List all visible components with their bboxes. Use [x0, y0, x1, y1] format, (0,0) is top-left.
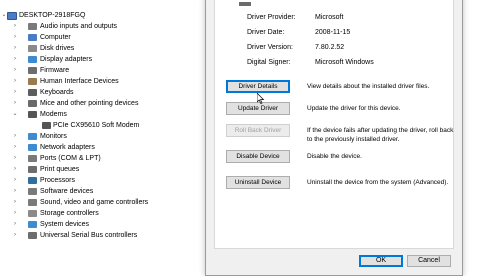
- computer-icon: [7, 12, 17, 20]
- tree-item-label: Disk drives: [40, 45, 75, 52]
- driver-info-label: Driver Version:: [247, 44, 293, 51]
- expand-arrow-icon[interactable]: ›: [12, 43, 18, 54]
- device-category-icon: [42, 122, 51, 129]
- tree-root-label: DESKTOP-2918FGQ: [19, 12, 86, 19]
- expand-arrow-icon[interactable]: ›: [12, 21, 18, 32]
- driver-tab-panel: Driver Provider: Microsoft Driver Date: 200…: [214, 0, 454, 249]
- expand-arrow-icon[interactable]: ›: [12, 98, 18, 109]
- roll-back-driver-description: If the device fails after updating the d…: [307, 127, 454, 143]
- expand-arrow-icon[interactable]: ›: [12, 142, 18, 153]
- tree-item-label: Modems: [40, 111, 67, 118]
- driver-details-button[interactable]: Driver Details: [226, 80, 290, 93]
- device-category-icon: [28, 221, 37, 228]
- expand-arrow-icon[interactable]: ›: [12, 54, 18, 65]
- tree-item-label: Monitors: [40, 133, 67, 140]
- device-category-icon: [28, 210, 37, 217]
- device-category-icon: [28, 111, 37, 118]
- device-category-icon: [28, 100, 37, 107]
- tree-item-label: Print queues: [40, 166, 80, 173]
- driver-info-label: Driver Provider:: [247, 14, 296, 21]
- tree-item-label: Software devices: [40, 188, 94, 195]
- driver-info-value: Microsoft: [315, 14, 344, 21]
- tree-item-label: Ports (COM & LPT): [40, 155, 101, 162]
- expand-arrow-icon[interactable]: ›: [12, 153, 18, 164]
- device-category-icon: [28, 45, 37, 52]
- device-category-icon: [28, 177, 37, 184]
- tree-item-label: System devices: [40, 221, 90, 228]
- expand-arrow-icon[interactable]: ›: [12, 131, 18, 142]
- driver-info-value: 2008-11-15: [315, 29, 351, 36]
- tree-item-label: Human Interface Devices: [40, 78, 119, 85]
- expand-arrow-icon[interactable]: ›: [12, 230, 18, 241]
- device-category-icon: [28, 166, 37, 173]
- expand-arrow-icon[interactable]: ›: [12, 32, 18, 43]
- driver-info-value: Microsoft Windows: [315, 59, 374, 66]
- expand-arrow-icon[interactable]: ›: [12, 186, 18, 197]
- expand-arrow-icon[interactable]: ›: [12, 87, 18, 98]
- roll-back-driver-button: Roll Back Driver: [226, 124, 290, 137]
- device-category-icon: [28, 133, 37, 140]
- tree-item-label: Computer: [40, 34, 71, 41]
- driver-info-label: Driver Date:: [247, 29, 285, 36]
- tree-item-label: Keyboards: [40, 89, 74, 96]
- device-category-icon: [28, 23, 37, 30]
- device-category-icon: [28, 199, 37, 206]
- tree-item-label: Display adapters: [40, 56, 93, 63]
- modem-icon: [239, 2, 251, 6]
- tree-item-label: Storage controllers: [40, 210, 99, 217]
- device-category-icon: [28, 89, 37, 96]
- expand-arrow-icon[interactable]: ›: [12, 76, 18, 87]
- mouse-cursor-icon: [257, 93, 265, 104]
- tree-item-label: Sound, video and game controllers: [40, 199, 149, 206]
- uninstall-device-description: Uninstall the device from the system (Ad…: [307, 179, 449, 186]
- device-category-icon: [28, 34, 37, 41]
- tree-item-label: Processors: [40, 177, 76, 184]
- device-category-icon: [28, 155, 37, 162]
- tree-item-label: Universal Serial Bus controllers: [40, 232, 138, 239]
- disable-device-button[interactable]: Disable Device: [226, 150, 290, 163]
- update-driver-description: Update the driver for this device.: [307, 105, 401, 112]
- device-tree[interactable]: ⌄ DESKTOP-2918FGQ › Audio inputs and outp…: [0, 10, 205, 270]
- device-category-icon: [28, 232, 37, 239]
- driver-info-value: 7.80.2.52: [315, 44, 345, 51]
- device-category-icon: [28, 56, 37, 63]
- tree-item-label: PCIe CX95610 Soft Modem: [53, 122, 140, 129]
- expand-arrow-icon[interactable]: ›: [12, 208, 18, 219]
- device-category-icon: [28, 78, 37, 85]
- device-category-icon: [28, 188, 37, 195]
- expand-arrow-icon[interactable]: ›: [12, 197, 18, 208]
- uninstall-device-button[interactable]: Uninstall Device: [226, 176, 290, 189]
- expand-arrow-icon[interactable]: ›: [12, 164, 18, 175]
- expand-arrow-icon[interactable]: ›: [12, 65, 18, 76]
- expand-arrow-icon[interactable]: ›: [12, 219, 18, 230]
- driver-details-description: View details about the installed driver …: [307, 83, 430, 90]
- cancel-button[interactable]: Cancel: [407, 255, 451, 267]
- tree-item-label: Network adapters: [40, 144, 95, 151]
- tree-item-label: Firmware: [40, 67, 70, 74]
- tree-item-label: Audio inputs and outputs: [40, 23, 118, 30]
- tree-item-label: Mice and other pointing devices: [40, 100, 139, 107]
- disable-device-description: Disable the device.: [307, 153, 362, 160]
- device-category-icon: [28, 67, 37, 74]
- driver-properties-dialog: Driver Provider: Microsoft Driver Date: 200…: [205, 0, 463, 276]
- ok-button[interactable]: OK: [359, 255, 403, 267]
- expand-arrow-icon[interactable]: ›: [12, 175, 18, 186]
- collapse-arrow-icon[interactable]: ⌄: [12, 109, 18, 120]
- device-category-icon: [28, 144, 37, 151]
- driver-info-label: Digital Signer:: [247, 59, 291, 66]
